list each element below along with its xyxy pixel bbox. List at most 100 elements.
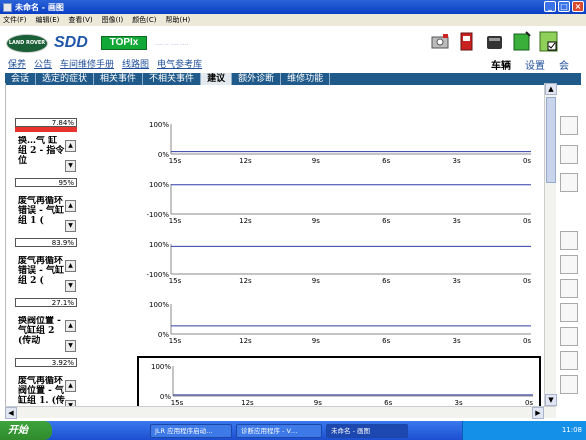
- signal-chart[interactable]: 100% 0% 15s 12s 9s 6s 3s 0s: [137, 356, 541, 406]
- topix-button[interactable]: TOPIx: [101, 36, 147, 50]
- signal-value: 95%: [15, 178, 77, 187]
- scroll-left-button[interactable]: ◀: [5, 407, 17, 419]
- nav-link-wiring[interactable]: 线路图: [122, 57, 149, 70]
- signal-scroll-up-button[interactable]: ▲: [65, 380, 76, 392]
- minimize-button[interactable]: _: [544, 1, 556, 12]
- signal-chart-svg: 100% -100%15s 12s 9s 6s 3s 0s: [146, 181, 531, 225]
- menu-file[interactable]: 文件(F): [3, 15, 27, 25]
- tab-session-truncated[interactable]: 会: [559, 57, 569, 72]
- y-max-label: 100%: [149, 181, 169, 189]
- menu-colors[interactable]: 颜色(C): [132, 15, 156, 25]
- signal-value: 7.84%: [15, 118, 77, 127]
- x-tick-label: 9s: [312, 157, 320, 165]
- x-tick-label: 9s: [314, 399, 322, 406]
- signal-row: 7.84% 换…气 缸组 2 - 指令位 ▲ ▼ 100% 0% 15s 12s 9s 6s 3s 0…: [6, 116, 544, 176]
- signal-row: 27.1% 换阀位置 - 气缸组 2 (传动 ▲ ▼ 100% 0% 15s 12s 9s 6s 3…: [6, 296, 544, 356]
- signal-chart[interactable]: 100% 0% 15s 12s 9s 6s 3s 0s: [137, 116, 541, 176]
- signal-value-bar: [15, 127, 77, 132]
- battery-icon[interactable]: [484, 29, 505, 54]
- scroll-down-button[interactable]: ▼: [545, 394, 557, 406]
- fuel-pump-icon[interactable]: [457, 29, 478, 54]
- report-button-3[interactable]: [560, 279, 578, 298]
- signal-scroll-up-button[interactable]: ▲: [65, 200, 76, 212]
- report-button-7[interactable]: [560, 375, 578, 394]
- x-tick-label: 15s: [169, 157, 182, 165]
- report-button-5[interactable]: [560, 327, 578, 346]
- y-max-label: 100%: [149, 241, 169, 249]
- report-button-6[interactable]: [560, 351, 578, 370]
- signal-chart[interactable]: 100% -100% 15s 12s 9s 6s 3s 0s: [137, 236, 541, 296]
- record-button[interactable]: [560, 145, 578, 164]
- x-tick-label: 15s: [169, 337, 182, 345]
- sdd-logo: SDD: [54, 34, 88, 51]
- stop-button[interactable]: [560, 173, 578, 192]
- scroll-right-button[interactable]: ▶: [532, 407, 544, 419]
- green-device-icon[interactable]: [511, 29, 532, 54]
- signal-label: 废气再循环错误 - 气缸组 2 (: [18, 256, 65, 286]
- x-tick-label: 15s: [171, 399, 184, 406]
- signal-chart-svg: 100% 0%15s 12s 9s 6s 3s 0s: [149, 301, 531, 345]
- x-tick-label: 3s: [453, 337, 461, 345]
- report-button-2[interactable]: [560, 255, 578, 274]
- task-jlr-launcher[interactable]: JLR 应用程序启动…: [150, 423, 232, 438]
- x-tick-label: 12s: [239, 157, 252, 165]
- report-button-1[interactable]: [560, 231, 578, 250]
- signal-scroll-down-button[interactable]: ▼: [65, 220, 76, 232]
- header-faint-links: ‥‥ ‥ ‥‥ ‥‥: [155, 40, 189, 47]
- x-tick-label: 6s: [384, 399, 392, 406]
- tab-vehicle[interactable]: 车辆: [491, 57, 511, 72]
- y-max-label: 100%: [149, 301, 169, 309]
- signal-chart[interactable]: 100% 0% 15s 12s 9s 6s 3s 0s: [137, 296, 541, 356]
- signal-scroll-up-button[interactable]: ▲: [65, 320, 76, 332]
- x-tick-label: 6s: [382, 337, 390, 345]
- signal-row: 95% 废气再循环错误 - 气缸组 1 (▲ ▼ 100% -100% 15s 12s 9s 6…: [6, 176, 544, 236]
- menu-image[interactable]: 图像(I): [102, 15, 124, 25]
- horizontal-scrollbar[interactable]: ◀ ▶: [5, 406, 556, 419]
- y-max-label: 100%: [149, 121, 169, 129]
- signal-chart[interactable]: 100% -100% 15s 12s 9s 6s 3s 0s: [137, 176, 541, 236]
- y-min-label: -100%: [146, 271, 169, 279]
- nav-link-workshop-manual[interactable]: 车间维修手册: [60, 57, 114, 70]
- maximize-button[interactable]: □: [558, 1, 570, 12]
- nav-link-electrical-library[interactable]: 电气参考库: [157, 57, 202, 70]
- x-tick-label: 0s: [525, 399, 533, 406]
- land-rover-logo: LAND ROVER: [6, 34, 48, 53]
- menu-edit[interactable]: 编辑(E): [36, 15, 60, 25]
- signal-scroll-down-button[interactable]: ▼: [65, 340, 76, 352]
- taskbar: 开始 JLR 应用程序启动… 诊断应用程序 - V… 未命名 - 画图 11:0…: [0, 421, 586, 440]
- signal-chart-svg: 100% 0%15s 12s 9s 6s 3s 0s: [151, 363, 533, 406]
- tab-settings[interactable]: 设置: [525, 57, 545, 72]
- nav-link-maintenance[interactable]: 保养: [8, 57, 26, 70]
- x-tick-label: 6s: [382, 217, 390, 225]
- signal-scroll-down-button[interactable]: ▼: [65, 280, 76, 292]
- x-tick-label: 6s: [382, 157, 390, 165]
- x-tick-label: 6s: [382, 277, 390, 285]
- window-title: 未命名 - 画图: [15, 2, 64, 12]
- grid-view-button[interactable]: [560, 116, 578, 135]
- signal-row: 3.92% 废气再循环阀位置 - 气缸组 1. (传 ▲ ▼ 100% 0% 15s 12s 9…: [6, 356, 544, 406]
- x-tick-label: 3s: [453, 217, 461, 225]
- scroll-up-button[interactable]: ▲: [545, 83, 557, 95]
- report-button-4[interactable]: [560, 303, 578, 322]
- scroll-thumb[interactable]: [546, 97, 556, 183]
- task-paint[interactable]: 未命名 - 画图: [326, 423, 408, 438]
- vertical-scrollbar[interactable]: ▲ ▼: [544, 83, 557, 406]
- x-tick-label: 0s: [523, 277, 531, 285]
- y-max-label: 100%: [151, 363, 171, 371]
- signal-monitor-panel: 7.84% 换…气 缸组 2 - 指令位 ▲ ▼ 100% 0% 15s 12s 9s 6s 3s 0…: [5, 83, 544, 406]
- menu-view[interactable]: 查看(V): [68, 15, 92, 25]
- start-button[interactable]: 开始: [0, 421, 52, 440]
- vci-status-icon[interactable]: [538, 29, 559, 54]
- signal-scroll-up-button[interactable]: ▲: [65, 140, 76, 152]
- task-diagnostic-app[interactable]: 诊断应用程序 - V…: [236, 423, 322, 438]
- camera-icon[interactable]: [430, 29, 451, 54]
- signal-scroll-up-button[interactable]: ▲: [65, 260, 76, 272]
- x-tick-label: 3s: [455, 399, 463, 406]
- signal-chart-svg: 100% -100%15s 12s 9s 6s 3s 0s: [146, 241, 531, 285]
- y-min-label: -100%: [146, 211, 169, 219]
- signal-label: 废气再循环错误 - 气缸组 1 (: [18, 196, 65, 226]
- nav-link-bulletins[interactable]: 公告: [34, 57, 52, 70]
- signal-scroll-down-button[interactable]: ▼: [65, 160, 76, 172]
- menu-help[interactable]: 帮助(H): [166, 15, 191, 25]
- close-button[interactable]: ×: [572, 1, 584, 12]
